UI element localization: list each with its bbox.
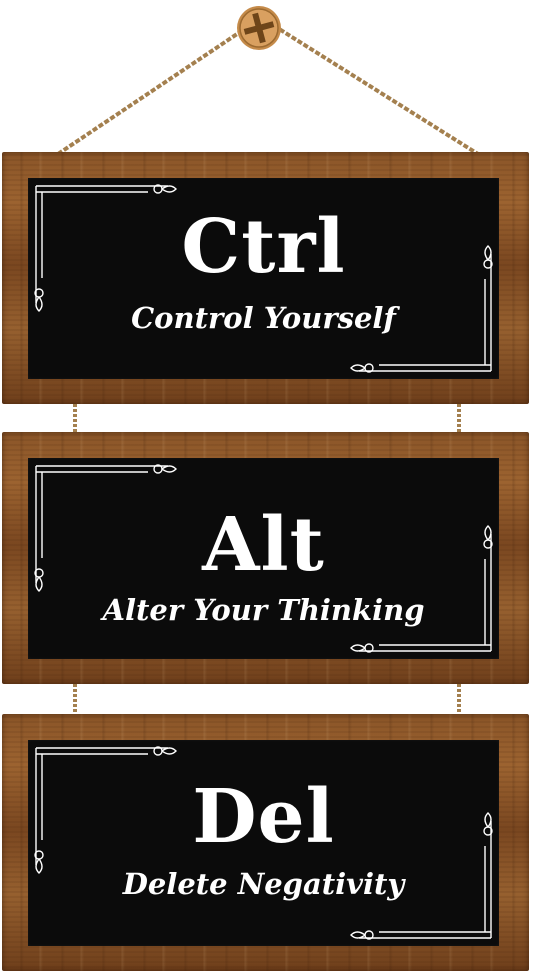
hanging-sign-scene: Ctrl Control Yourself Alt Alter Your Thi… xyxy=(0,0,540,978)
sign-word: Del xyxy=(192,774,335,860)
screw-icon xyxy=(237,6,281,50)
sign-phrase: Alter Your Thinking xyxy=(102,593,425,627)
sign-del: Del Delete Negativity xyxy=(2,714,529,971)
sign-panel: Del Delete Negativity xyxy=(28,740,499,946)
sign-ctrl: Ctrl Control Yourself xyxy=(2,152,529,404)
sign-alt: Alt Alter Your Thinking xyxy=(2,432,529,684)
sign-panel: Alt Alter Your Thinking xyxy=(28,458,499,659)
sign-phrase: Delete Negativity xyxy=(122,867,405,901)
sign-phrase: Control Yourself xyxy=(131,301,396,335)
sign-word: Ctrl xyxy=(181,204,346,290)
sign-word: Alt xyxy=(202,502,325,588)
sign-panel: Ctrl Control Yourself xyxy=(28,178,499,379)
